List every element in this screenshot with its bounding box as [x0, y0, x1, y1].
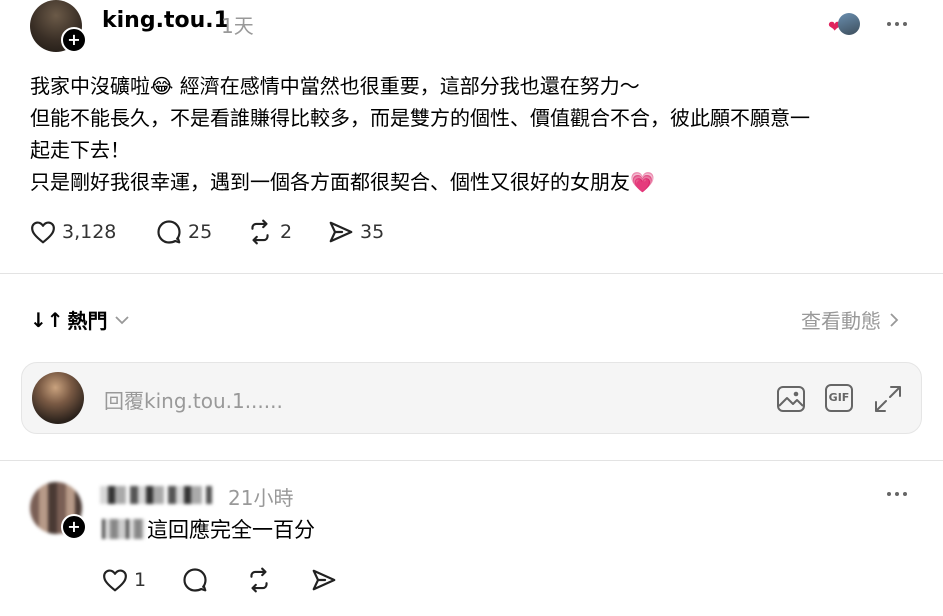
comment-button[interactable]: 25: [156, 219, 212, 245]
post-line: 但能不能長久，不是看誰賺得比較多，而是雙方的個性、價值觀合不合，彼此願不願意一: [30, 106, 810, 130]
divider: [0, 460, 943, 461]
gif-icon[interactable]: GIF: [825, 384, 853, 412]
comment-repost-button[interactable]: [245, 567, 273, 593]
post-line: 只是剛好我很幸運，遇到一個各方面都很契合、個性又很好的女朋友💗: [30, 170, 655, 194]
comment-more-icon[interactable]: [887, 492, 907, 496]
commenter-username-redacted[interactable]: [100, 486, 212, 504]
comment-bubble-icon: [157, 220, 181, 244]
reply-input[interactable]: 回覆king.tou.1......: [104, 385, 283, 414]
send-icon: [312, 569, 336, 591]
share-button[interactable]: 35: [328, 220, 384, 244]
comment-like-count: 1: [134, 569, 147, 591]
like-count: 3,128: [62, 221, 117, 243]
follow-plus-icon[interactable]: +: [61, 514, 87, 540]
repost-icon: [251, 219, 269, 245]
mention-redacted[interactable]: [102, 519, 144, 539]
image-icon[interactable]: [776, 384, 806, 414]
sort-arrows-icon: ↓↑: [30, 307, 64, 332]
chevron-right-icon: [890, 312, 899, 327]
repost-button[interactable]: 2: [246, 219, 292, 245]
chevron-down-icon: [114, 315, 129, 324]
follow-plus-icon[interactable]: +: [61, 27, 87, 53]
sort-label: 熱門: [67, 309, 108, 333]
comment-like-button[interactable]: 1: [102, 568, 146, 592]
post-line: 起走下去！: [30, 138, 130, 162]
like-button[interactable]: 3,128: [30, 220, 116, 244]
repost-count: 2: [280, 221, 293, 243]
comment-count: 25: [188, 221, 213, 243]
liker-avatar: [838, 13, 860, 35]
expand-icon[interactable]: [873, 384, 903, 414]
comment-bubble-icon: [183, 568, 207, 592]
liked-by-avatars[interactable]: ❤: [828, 13, 862, 37]
repost-icon: [250, 567, 268, 593]
heart-outline-icon: [31, 221, 55, 244]
send-icon: [329, 221, 353, 243]
comment-share-button[interactable]: [311, 568, 337, 592]
comment-reply-button[interactable]: [182, 567, 208, 593]
share-count: 35: [360, 221, 385, 243]
sort-dropdown[interactable]: ↓↑ 熱門: [30, 305, 130, 334]
post-more-icon[interactable]: [887, 22, 907, 26]
post-line: 我家中沒礦啦😂 經濟在感情中當然也很重要，這部分我也還在努力～: [30, 74, 640, 98]
author-username[interactable]: king.tou.1: [102, 8, 229, 33]
post-time: 1天: [221, 14, 254, 38]
reply-box[interactable]: 回覆king.tou.1...... GIF: [21, 362, 922, 434]
user-avatar: [32, 372, 84, 424]
divider: [0, 273, 943, 274]
comment-time: 21小時: [228, 486, 294, 510]
view-activity-label: 查看動態: [801, 309, 881, 333]
comment-text: 這回應完全一百分: [147, 518, 315, 542]
view-activity-link[interactable]: 查看動態: [801, 305, 899, 334]
post-body: 我家中沒礦啦😂 經濟在感情中當然也很重要，這部分我也還在努力～ 但能不能長久，不…: [30, 70, 930, 198]
heart-outline-icon: [103, 569, 127, 592]
